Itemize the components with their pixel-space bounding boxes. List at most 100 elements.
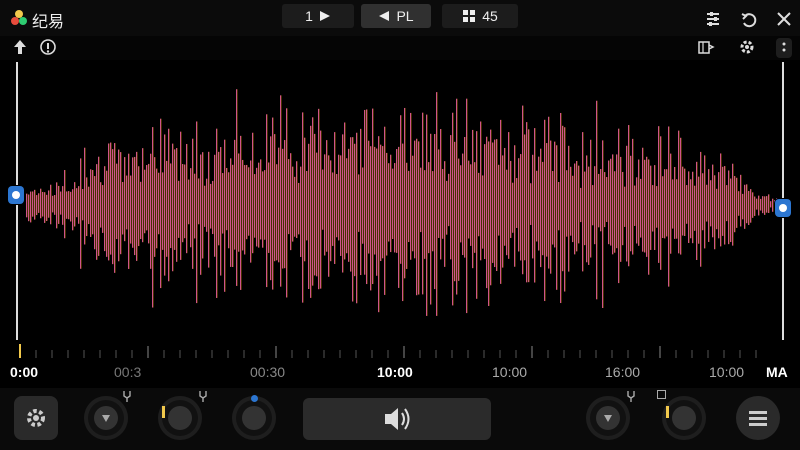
arrow-up-button[interactable] <box>10 38 30 58</box>
waveform-bar <box>58 185 60 224</box>
waveform-bar <box>92 169 94 235</box>
waveform-bar <box>734 176 736 233</box>
waveform-bar <box>658 126 660 263</box>
waveform-bar <box>106 170 108 257</box>
waveform-bar <box>648 159 650 275</box>
waveform-bar <box>494 139 496 268</box>
waveform-bar <box>74 182 76 227</box>
gear-button[interactable] <box>737 38 757 58</box>
waveform-bar <box>526 122 528 283</box>
waveform-bar <box>450 135 452 260</box>
arrow-up-icon <box>14 40 26 54</box>
waveform-bar <box>650 165 652 250</box>
tab-1[interactable]: 1 <box>282 4 354 28</box>
waveform-bar <box>348 148 350 262</box>
waveform-bar <box>184 164 186 239</box>
waveform-bar <box>412 155 414 252</box>
waveform-bar <box>646 156 648 257</box>
waveform-bar <box>150 153 152 269</box>
settings-button[interactable] <box>14 396 58 440</box>
knob-1[interactable] <box>84 396 128 440</box>
waveform-bar <box>186 143 188 254</box>
waveform-bar <box>316 152 318 277</box>
waveform-bar <box>606 177 608 222</box>
waveform-bar <box>458 158 460 281</box>
waveform-bar <box>660 136 662 270</box>
waveform-bar <box>346 158 348 254</box>
waveform-bar <box>632 138 634 255</box>
waveform-bar <box>490 129 492 286</box>
left-trim-handle[interactable] <box>8 186 24 204</box>
book-button[interactable] <box>696 38 716 58</box>
waveform-bar <box>108 143 110 261</box>
info-button[interactable] <box>38 38 58 58</box>
waveform-bar <box>366 109 368 285</box>
sliders-button[interactable] <box>704 10 722 28</box>
waveform-bar <box>576 160 578 252</box>
waveform-bar <box>248 167 250 236</box>
waveform-bar <box>284 140 286 269</box>
waveform-bar <box>212 180 214 235</box>
waveform-display[interactable] <box>14 60 794 340</box>
waveform-bar <box>566 170 568 237</box>
tab-45[interactable]: 45 <box>442 4 518 28</box>
waveform-bar <box>274 134 276 262</box>
waveform-bar <box>204 185 206 227</box>
waveform-bar <box>546 143 548 257</box>
waveform-bar <box>590 139 592 258</box>
waveform-bar <box>588 166 590 265</box>
waveform-bar <box>52 195 54 213</box>
waveform-bar <box>252 132 254 254</box>
play-audio-button[interactable] <box>303 398 491 440</box>
waveform-bar <box>210 183 212 229</box>
waveform-bar <box>498 164 500 236</box>
waveform-bar <box>238 153 240 252</box>
more-button[interactable] <box>776 38 792 58</box>
waveform-bar <box>700 151 702 267</box>
waveform-bar <box>166 160 168 257</box>
knob-2[interactable] <box>158 396 202 440</box>
waveform-bar <box>754 196 756 216</box>
right-trim-handle[interactable] <box>775 199 791 217</box>
knob-3[interactable] <box>232 396 276 440</box>
waveform-bar <box>266 114 268 288</box>
waveform-bar <box>510 160 512 238</box>
waveform-bar <box>538 156 540 251</box>
waveform-bar <box>520 154 522 261</box>
waveform-bar <box>608 160 610 245</box>
waveform-bar <box>452 112 454 306</box>
waveform-bar <box>686 185 688 224</box>
knob-5[interactable] <box>662 396 706 440</box>
waveform-bar <box>370 146 372 291</box>
waveform-bar <box>554 141 556 248</box>
knob-4[interactable] <box>586 396 630 440</box>
close-button[interactable] <box>775 10 793 28</box>
waveform-bar <box>124 157 126 242</box>
waveform-bar <box>604 172 606 228</box>
waveform-bar <box>276 164 278 261</box>
timeline-ruler[interactable]: 0:00 00:3 00:30 10:00 10:00 16:00 10:00 … <box>0 340 800 390</box>
tab-pl[interactable]: PL <box>361 4 431 28</box>
waveform-bar <box>42 191 44 217</box>
waveform-bar <box>556 145 558 290</box>
undo-button[interactable] <box>740 10 758 28</box>
book-icon <box>698 41 715 54</box>
waveform-bar <box>320 130 322 289</box>
waveform-bar <box>176 148 178 262</box>
waveform-bar <box>386 152 388 256</box>
waveform-bar <box>534 128 536 283</box>
sliders-icon <box>707 12 719 26</box>
waveform-bar <box>312 117 314 286</box>
waveform-bar <box>66 191 68 219</box>
waveform-bar <box>196 121 198 304</box>
waveform-bar <box>712 164 714 238</box>
waveform-bar <box>704 155 706 249</box>
menu-button[interactable] <box>736 396 780 440</box>
waveform-bar <box>654 165 656 251</box>
waveform-bar <box>208 151 210 268</box>
waveform-bar <box>200 154 202 275</box>
waveform-bar <box>182 164 184 243</box>
knob-5-cap <box>672 406 696 430</box>
waveform-bar <box>198 178 200 225</box>
waveform-bar <box>468 160 470 239</box>
